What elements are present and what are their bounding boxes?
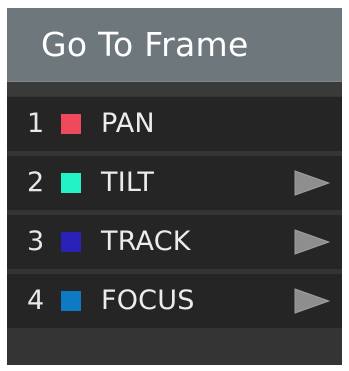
row-number: 2 <box>27 167 45 198</box>
panel-header: Go To Frame <box>7 8 342 82</box>
row-label: PAN <box>101 108 155 139</box>
color-swatch <box>61 114 81 134</box>
panel-title: Go To Frame <box>41 25 249 64</box>
go-to-frame-panel: Go To Frame 1 PAN 2 TILT 3 TRACK 4 FOCUS <box>7 8 342 365</box>
play-arrow-icon[interactable] <box>294 170 330 196</box>
row-number: 1 <box>27 108 45 139</box>
frame-row-pan[interactable]: 1 PAN <box>7 97 342 151</box>
frame-row-tilt[interactable]: 2 TILT <box>7 156 342 210</box>
play-arrow-icon[interactable] <box>294 229 330 255</box>
frame-row-focus[interactable]: 4 FOCUS <box>7 274 342 328</box>
frame-row-track[interactable]: 3 TRACK <box>7 215 342 269</box>
row-label: TRACK <box>101 226 191 257</box>
row-label: FOCUS <box>101 285 195 316</box>
row-label: TILT <box>101 167 155 198</box>
play-arrow-icon[interactable] <box>294 288 330 314</box>
color-swatch <box>61 291 81 311</box>
header-divider <box>7 82 342 96</box>
row-number: 3 <box>27 226 45 257</box>
color-swatch <box>61 232 81 252</box>
color-swatch <box>61 173 81 193</box>
row-number: 4 <box>27 285 45 316</box>
